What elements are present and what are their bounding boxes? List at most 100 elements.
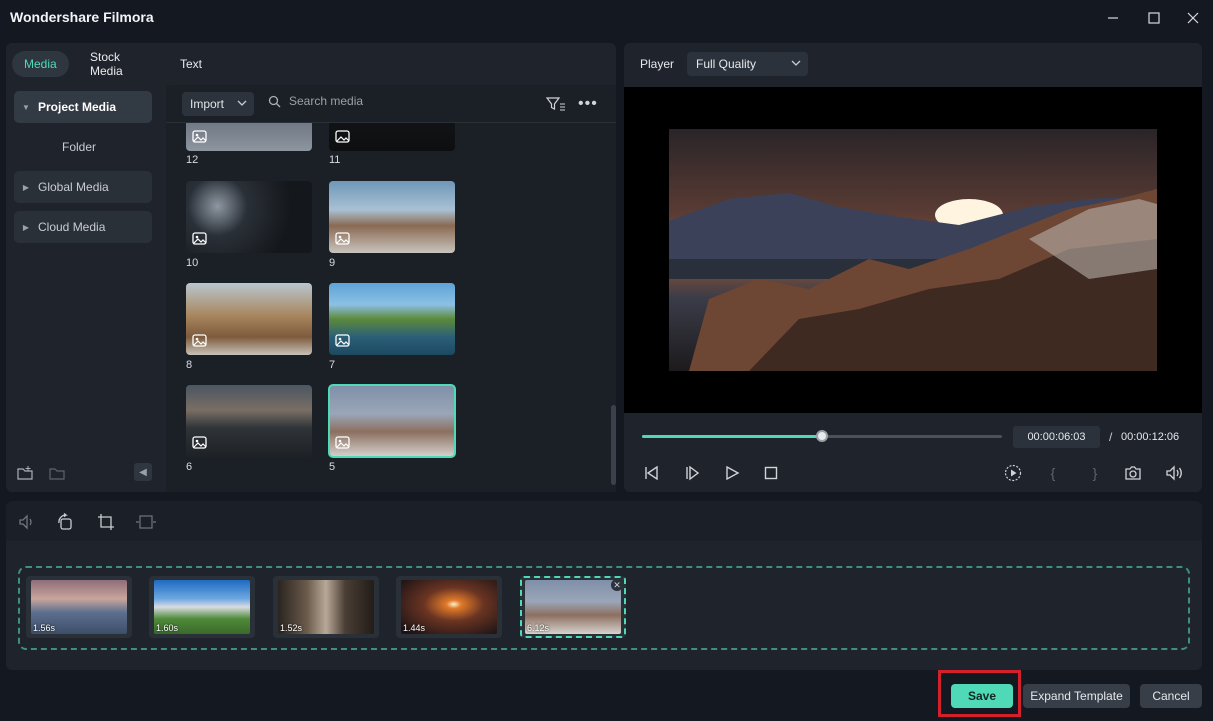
clip-thumbnail: 1.44s	[401, 580, 497, 634]
media-thumbnail[interactable]	[186, 385, 312, 457]
import-button[interactable]: Import	[182, 92, 254, 116]
clip-thumbnail: 1.56s	[31, 580, 127, 634]
stop-icon[interactable]	[761, 463, 781, 483]
chevron-down-icon	[791, 60, 801, 66]
total-time: 00:00:12:06	[1121, 431, 1180, 443]
media-thumbnail[interactable]	[186, 123, 312, 151]
media-sidebar: ▼ Project Media Folder ▶ Global Media ▶ …	[6, 85, 166, 492]
player-panel: Player Full Quality 00:00:06:03 / 00:00:…	[624, 43, 1202, 492]
sidebar-item-folder[interactable]: Folder	[14, 131, 152, 163]
media-thumbnail-selected[interactable]	[328, 384, 456, 458]
clip-duration: 1.56s	[33, 623, 56, 633]
sidebar-item-cloud-media[interactable]: ▶ Cloud Media	[14, 211, 152, 243]
save-highlight-box	[938, 670, 1021, 717]
sidebar-item-label: Global Media	[38, 180, 109, 194]
media-toolbar: Import Search media •••	[166, 85, 616, 123]
media-thumbnail[interactable]	[329, 181, 455, 253]
video-preview[interactable]	[624, 87, 1202, 413]
fit-frame-icon[interactable]	[135, 511, 157, 533]
snapshot-icon[interactable]	[1123, 463, 1143, 483]
playback-progress[interactable]	[642, 430, 1002, 442]
media-label: 8	[186, 359, 193, 371]
crop-icon[interactable]	[95, 511, 117, 533]
media-scrollbar[interactable]	[611, 405, 616, 485]
import-label: Import	[190, 97, 225, 111]
image-badge-icon	[335, 232, 350, 245]
image-badge-icon	[192, 232, 207, 245]
filter-icon[interactable]	[546, 96, 566, 112]
sidebar-actions	[16, 464, 66, 482]
media-label: 5	[329, 461, 336, 473]
rotate-icon[interactable]	[54, 511, 76, 533]
image-badge-icon	[335, 334, 350, 347]
audio-icon[interactable]	[16, 511, 38, 533]
collapse-sidebar-icon[interactable]: ◀	[134, 463, 152, 481]
media-label: 12	[186, 154, 199, 166]
timeline-clip[interactable]: 1.56s	[26, 576, 132, 638]
media-label: 9	[329, 257, 336, 269]
sidebar-item-global-media[interactable]: ▶ Global Media	[14, 171, 152, 203]
minimize-icon[interactable]	[1101, 6, 1125, 30]
clip-strip: 1.56s 1.60s 1.52s 1.44s 6.12s ✕	[6, 541, 1202, 670]
expand-template-button[interactable]: Expand Template	[1023, 684, 1130, 708]
quality-value: Full Quality	[696, 57, 757, 71]
media-thumbnail[interactable]	[186, 181, 312, 253]
new-folder-icon[interactable]	[16, 464, 34, 482]
tab-media[interactable]: Media	[12, 51, 69, 77]
image-badge-icon	[335, 130, 350, 143]
image-badge-icon	[192, 130, 207, 143]
media-label: 6	[186, 461, 193, 473]
render-preview-icon[interactable]	[1003, 463, 1023, 483]
media-thumbnail[interactable]	[186, 283, 312, 355]
image-badge-icon	[335, 436, 350, 449]
template-editor: 1.56s 1.60s 1.52s 1.44s 6.12s ✕	[6, 501, 1202, 670]
clip-duration: 1.60s	[156, 623, 179, 633]
remove-folder-icon[interactable]	[48, 464, 66, 482]
close-icon[interactable]	[1181, 6, 1205, 30]
clip-duration: 1.52s	[280, 623, 303, 633]
clip-thumbnail: 1.52s	[278, 580, 374, 634]
clip-thumbnail: 6.12s	[525, 580, 621, 634]
cancel-button[interactable]: Cancel	[1140, 684, 1202, 708]
media-panel: Media Stock Media Text ▼ Project Media F…	[6, 43, 616, 492]
media-thumbnail[interactable]	[329, 283, 455, 355]
app-title: Wondershare Filmora	[10, 9, 154, 25]
clip-thumbnail: 1.60s	[154, 580, 250, 634]
more-options-icon[interactable]: •••	[578, 95, 598, 113]
caret-right-icon: ▶	[22, 222, 30, 232]
search-input[interactable]: Search media	[268, 94, 363, 108]
time-separator: /	[1109, 430, 1113, 444]
mark-out-icon[interactable]: }	[1085, 463, 1105, 483]
timeline-clip-selected[interactable]: 6.12s ✕	[520, 576, 626, 638]
media-label: 7	[329, 359, 336, 371]
play-icon[interactable]	[722, 463, 742, 483]
image-badge-icon	[192, 436, 207, 449]
player-header: Player Full Quality	[624, 43, 1202, 85]
playhead-handle[interactable]	[816, 430, 828, 442]
clip-duration: 6.12s	[527, 623, 550, 633]
progress-fill	[642, 435, 822, 438]
remove-clip-icon[interactable]: ✕	[611, 579, 623, 591]
next-frame-icon[interactable]	[682, 463, 702, 483]
media-label: 10	[186, 257, 199, 269]
media-library: Import Search media ••• 12 11 10 9 8 7 6…	[166, 85, 616, 492]
prev-frame-icon[interactable]	[641, 463, 661, 483]
maximize-icon[interactable]	[1142, 6, 1166, 30]
quality-select[interactable]: Full Quality	[687, 52, 808, 76]
image-badge-icon	[192, 334, 207, 347]
mark-in-icon[interactable]: {	[1043, 463, 1063, 483]
caret-right-icon: ▶	[22, 182, 30, 192]
timeline-clip[interactable]: 1.44s	[396, 576, 502, 638]
media-thumbnail[interactable]	[329, 123, 455, 151]
sidebar-item-project-media[interactable]: ▼ Project Media	[14, 91, 152, 123]
volume-icon[interactable]	[1164, 463, 1184, 483]
tab-text[interactable]: Text	[168, 51, 214, 77]
title-bar: Wondershare Filmora	[0, 0, 1213, 36]
search-placeholder: Search media	[289, 94, 364, 108]
timeline-clip[interactable]: 1.52s	[273, 576, 379, 638]
tab-stock-media[interactable]: Stock Media	[78, 50, 135, 78]
caret-down-icon: ▼	[22, 102, 30, 112]
timeline-clip[interactable]: 1.60s	[149, 576, 255, 638]
current-time[interactable]: 00:00:06:03	[1013, 426, 1100, 448]
search-icon	[268, 95, 281, 107]
